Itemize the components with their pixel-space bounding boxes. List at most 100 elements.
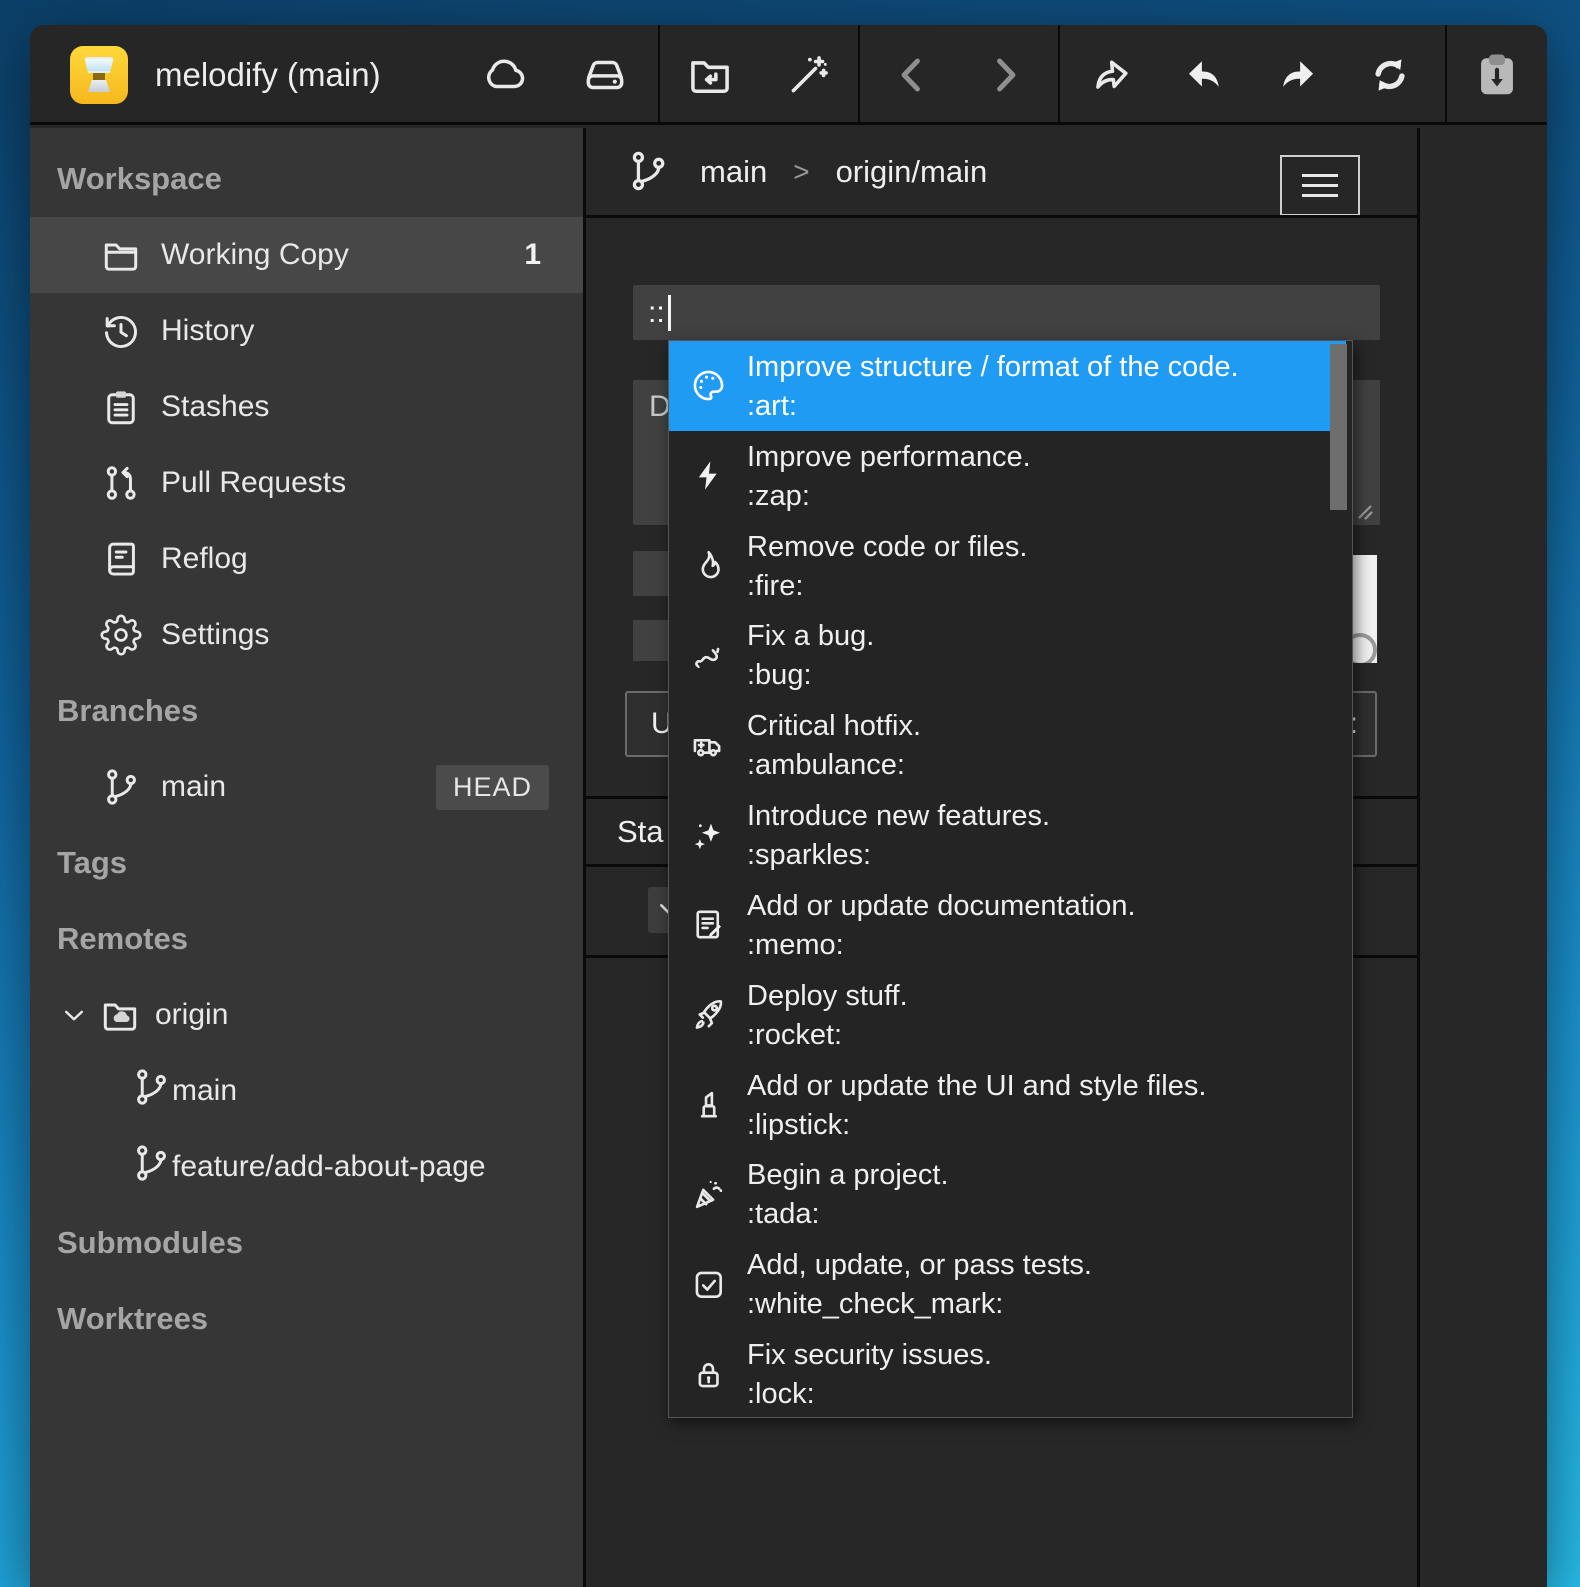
sidebar-item-label: Settings — [161, 618, 269, 652]
app-window: melodify (main) — [30, 25, 1547, 1587]
autocomplete-item-ambulance[interactable]: Critical hotfix.:ambulance: — [669, 700, 1352, 790]
item-description: Introduce new features. — [747, 797, 1050, 836]
sidebar-item-remote-feature-branch[interactable]: feature/add-about-page — [30, 1129, 583, 1205]
toolbar-separator — [1445, 25, 1447, 125]
item-code: :sparkles: — [747, 836, 1050, 875]
sidebar-item-pull-requests[interactable]: Pull Requests — [30, 445, 583, 521]
sidebar-item-remote-main[interactable]: main — [30, 1053, 583, 1129]
current-branch-label[interactable]: main — [700, 154, 767, 190]
sidebar-item-stashes[interactable]: Stashes — [30, 369, 583, 445]
sidebar-header-tags: Tags — [30, 825, 583, 901]
remote-folder-icon — [99, 994, 141, 1036]
section-label: Sta — [617, 814, 664, 850]
item-code: :ambulance: — [747, 746, 921, 785]
resize-grip-icon[interactable] — [1352, 499, 1378, 525]
push-icon[interactable] — [1087, 47, 1143, 103]
main-panel: main > origin/main :: D — [586, 128, 1547, 1587]
toolbar-separator — [1058, 25, 1060, 125]
breadcrumb-separator: > — [793, 156, 809, 188]
desktop-background: melodify (main) — [0, 0, 1580, 1587]
item-description: Deploy stuff. — [747, 977, 908, 1016]
sidebar-item-label: History — [161, 314, 254, 348]
autocomplete-item-zap[interactable]: Improve performance.:zap: — [669, 431, 1352, 521]
commit-summary-input[interactable]: :: — [633, 285, 1380, 340]
autocomplete-item-memo[interactable]: Add or update documentation.:memo: — [669, 880, 1352, 970]
item-description: Add or update documentation. — [747, 887, 1136, 926]
item-code: :lock: — [747, 1375, 992, 1414]
sidebar-item-history[interactable]: History — [30, 293, 583, 369]
item-description: Remove code or files. — [747, 528, 1027, 567]
sidebar-header-remotes: Remotes — [30, 901, 583, 977]
redo-icon[interactable] — [1269, 47, 1325, 103]
check-square-icon — [669, 1266, 747, 1303]
git-branch-icon — [100, 766, 142, 808]
item-code: :zap: — [747, 477, 1031, 516]
bug-icon — [669, 637, 747, 674]
item-description: Critical hotfix. — [747, 707, 921, 746]
rocket-icon — [669, 996, 747, 1033]
history-icon — [100, 310, 142, 352]
autocomplete-item-lipstick[interactable]: Add or update the UI and style files.:li… — [669, 1060, 1352, 1150]
sidebar-item-remote-origin[interactable]: origin — [30, 977, 583, 1053]
sidebar-item-label: Reflog — [161, 542, 248, 576]
magic-wand-icon[interactable] — [780, 47, 836, 103]
text-caret — [668, 295, 671, 331]
item-code: :tada: — [747, 1195, 949, 1234]
pull-request-icon — [100, 462, 142, 504]
sidebar-item-label: main — [172, 1074, 237, 1108]
sidebar-item-settings[interactable]: Settings — [30, 597, 583, 673]
chevron-down-icon[interactable] — [57, 998, 91, 1032]
item-code: :lipstick: — [747, 1106, 1206, 1145]
autocomplete-item-sparkles[interactable]: Introduce new features.:sparkles: — [669, 790, 1352, 880]
autocomplete-item-tada[interactable]: Begin a project.:tada: — [669, 1149, 1352, 1239]
lamp-glyph — [82, 55, 116, 95]
sidebar-item-label: origin — [155, 998, 228, 1032]
clipboard-down-icon[interactable] — [1469, 47, 1525, 103]
header-divider — [586, 215, 1420, 218]
panel-vertical-divider[interactable] — [1417, 128, 1420, 1587]
window-title: melodify (main) — [155, 25, 381, 125]
upstream-branch-label[interactable]: origin/main — [836, 154, 988, 190]
back-icon[interactable] — [884, 47, 940, 103]
item-description: Fix security issues. — [747, 1336, 992, 1375]
sync-icon[interactable] — [1362, 47, 1418, 103]
sidebar-item-reflog[interactable]: Reflog — [30, 521, 583, 597]
autocomplete-item-bug[interactable]: Fix a bug.:bug: — [669, 610, 1352, 700]
panel-menu-button[interactable] — [1280, 155, 1360, 216]
lock-icon — [669, 1356, 747, 1393]
sidebar-item-label: main — [161, 770, 226, 804]
pull-icon[interactable] — [1177, 47, 1233, 103]
sidebar-header-worktrees: Worktrees — [30, 1281, 583, 1357]
cloud-icon[interactable] — [477, 47, 533, 103]
side-scrollbar[interactable] — [1353, 555, 1377, 663]
toolbar-separator — [858, 25, 860, 125]
gitmoji-autocomplete-dropdown: Improve structure / format of the code.:… — [668, 340, 1353, 1418]
item-description: Add, update, or pass tests. — [747, 1246, 1092, 1285]
sidebar-header-submodules: Submodules — [30, 1205, 583, 1281]
item-code: :memo: — [747, 926, 1136, 965]
git-branch-icon — [130, 1066, 172, 1116]
working-copy-count-badge: 1 — [524, 238, 549, 272]
sidebar-item-working-copy[interactable]: Working Copy 1 — [30, 217, 583, 293]
dropdown-scrollbar-thumb[interactable] — [1330, 344, 1347, 510]
autocomplete-item-lock[interactable]: Fix security issues.:lock: — [669, 1329, 1352, 1418]
lipstick-icon — [669, 1086, 747, 1123]
sidebar: Workspace Working Copy 1 History Stashes — [30, 128, 583, 1587]
hard-drive-icon[interactable] — [577, 47, 633, 103]
fire-icon — [669, 547, 747, 584]
autocomplete-item-fire[interactable]: Remove code or files.:fire: — [669, 521, 1352, 611]
sidebar-header-workspace: Workspace — [30, 141, 583, 217]
sidebar-item-label: feature/add-about-page — [172, 1150, 486, 1184]
palette-icon — [669, 367, 747, 404]
autocomplete-item-art[interactable]: Improve structure / format of the code.:… — [669, 341, 1346, 431]
sidebar-item-label: Stashes — [161, 390, 269, 424]
gear-icon — [100, 614, 142, 656]
sidebar-item-label: Pull Requests — [161, 466, 346, 500]
ambulance-icon — [669, 727, 747, 764]
forward-icon[interactable] — [977, 47, 1033, 103]
sidebar-item-branch-main[interactable]: main HEAD — [30, 749, 583, 825]
autocomplete-item-white-check-mark[interactable]: Add, update, or pass tests.:white_check_… — [669, 1239, 1352, 1329]
autocomplete-item-rocket[interactable]: Deploy stuff.:rocket: — [669, 970, 1352, 1060]
book-icon — [100, 538, 142, 580]
open-repo-icon[interactable] — [682, 47, 738, 103]
